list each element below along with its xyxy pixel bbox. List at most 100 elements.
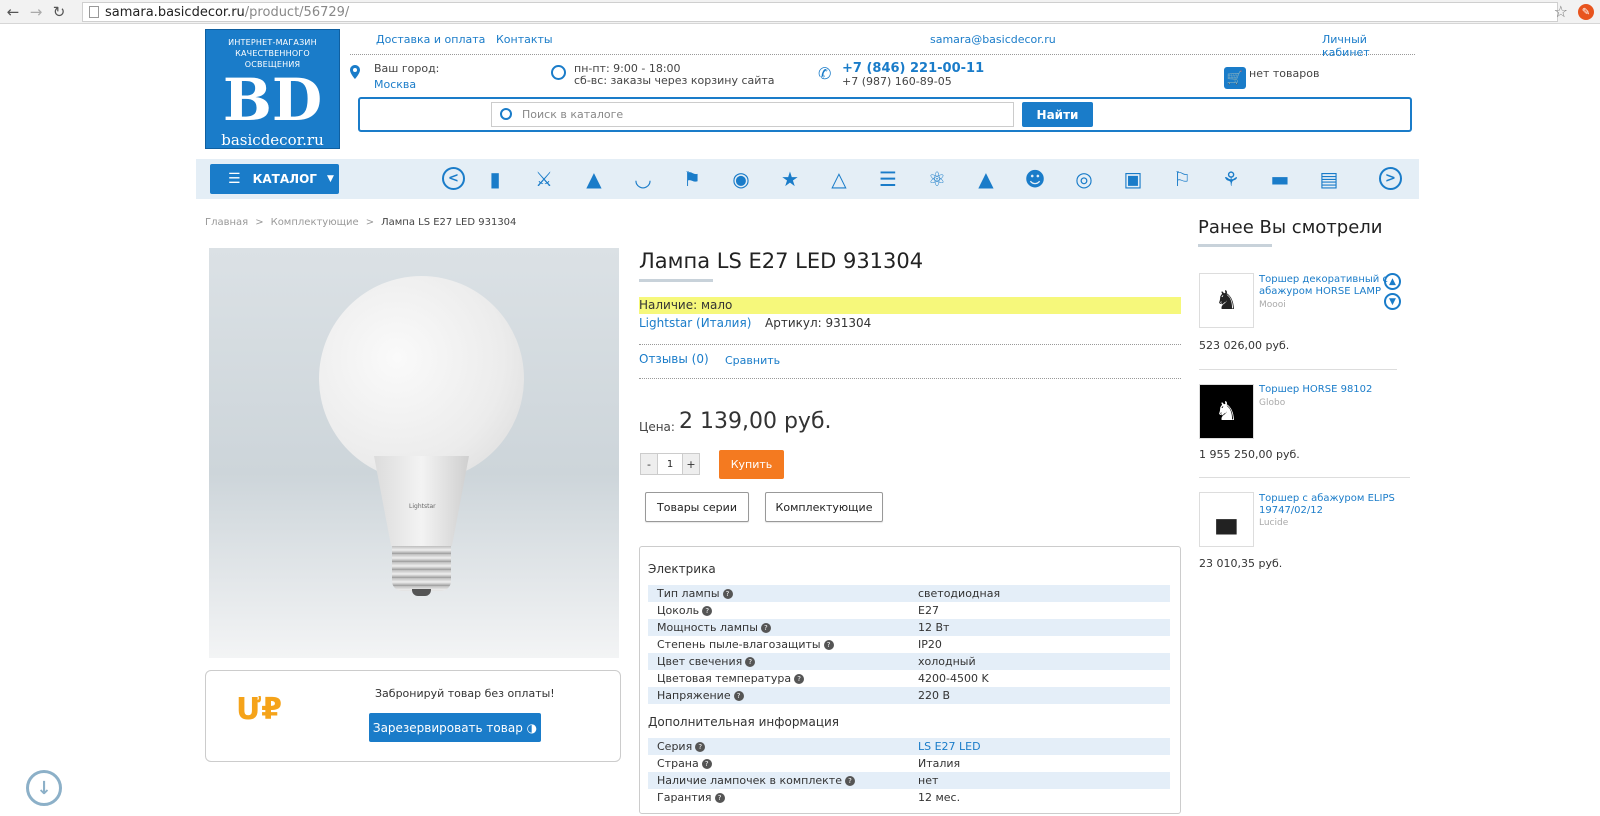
recent-item-brand: Lucide [1259, 518, 1289, 528]
help-icon[interactable]: ? [702, 606, 713, 616]
reload-icon[interactable]: ↻ [49, 2, 69, 22]
kids-lamp-icon[interactable]: ☻ [1022, 166, 1048, 192]
main-phone[interactable]: +7 (846) 221-00-11 [842, 61, 984, 76]
components-button[interactable]: Комплектующие [765, 492, 883, 522]
table-lamp-icon[interactable]: ▲ [973, 166, 999, 192]
reserve-button-label: Зарезервировать товар [372, 720, 523, 735]
recent-item-thumbnail[interactable]: ♞ [1199, 384, 1254, 439]
ceiling-bowl-icon[interactable]: ◡ [630, 166, 656, 192]
forward-icon[interactable]: → [26, 2, 46, 22]
scroll-down-icon[interactable]: ↓ [26, 770, 62, 806]
product-price: 2 139,00 руб. [679, 409, 832, 434]
help-icon[interactable]: ? [722, 589, 733, 599]
delivery-link[interactable]: Доставка и оплата [376, 33, 485, 46]
spec-label-text: Серия [657, 740, 693, 753]
recent-item-thumbnail[interactable]: ♞ [1199, 273, 1254, 328]
help-icon[interactable]: ? [733, 691, 744, 701]
contacts-link[interactable]: Контакты [496, 33, 553, 46]
specs-electrics-title: Электрика [648, 562, 716, 576]
spec-value: холодный [918, 655, 976, 668]
divider [1199, 369, 1397, 370]
bookmark-star-icon[interactable]: ☆ [1554, 2, 1568, 21]
logo-tagline-line1: ИНТЕРНЕТ-МАГАЗИН [228, 38, 317, 47]
floor-lamp-icon[interactable]: ⚘ [1218, 166, 1244, 192]
search-input[interactable]: Поиск в каталоге [491, 102, 1014, 127]
spec-value: E27 [918, 604, 939, 617]
city-selector[interactable]: Москва [374, 78, 416, 91]
qty-decrease-button[interactable]: - [640, 453, 658, 475]
help-icon[interactable]: ? [844, 776, 855, 786]
brand-link[interactable]: Lightstar (Италия) [639, 316, 751, 330]
breadcrumb-home[interactable]: Главная [205, 217, 248, 228]
search-button[interactable]: Найти [1022, 102, 1093, 127]
reserve-button[interactable]: Зарезервировать товар ◑ [369, 713, 541, 742]
buy-button[interactable]: Купить [719, 450, 784, 479]
round-panel-icon[interactable]: ◉ [728, 166, 754, 192]
spec-row: Тип лампы? светодиодная [648, 585, 1170, 602]
url-path: /product/56729/ [244, 4, 350, 20]
spec-row: Цвет свечения? холодный [648, 653, 1170, 670]
work-hours-weekend: сб-вс: заказы через корзину сайта [574, 74, 775, 87]
help-icon[interactable]: ? [794, 674, 805, 684]
square-panel-icon[interactable]: ▣ [1120, 166, 1146, 192]
help-icon[interactable]: ? [701, 759, 712, 769]
spec-label: Серия? [657, 738, 706, 755]
track-light-icon[interactable]: ☰ [875, 166, 901, 192]
series-products-button[interactable]: Товары серии [645, 492, 749, 522]
address-bar[interactable]: samara.basicdecor.ru/product/56729/ [82, 2, 1558, 22]
help-icon[interactable]: ? [745, 657, 756, 667]
spec-value: 220 В [918, 689, 951, 702]
series-link[interactable]: LS E27 LED [918, 738, 981, 755]
help-icon[interactable]: ? [823, 640, 834, 650]
spotlight-icon[interactable]: ★ [777, 166, 803, 192]
quantity-input[interactable]: 1 [658, 453, 682, 475]
bell-pendant-icon[interactable]: △ [826, 166, 852, 192]
category-prev-button[interactable]: < [442, 167, 465, 190]
help-icon[interactable]: ? [714, 793, 725, 803]
back-icon[interactable]: ← [3, 2, 23, 22]
title-underline [1198, 244, 1272, 247]
reviews-link[interactable]: Отзывы (0) [639, 352, 709, 366]
led-strip-icon[interactable]: ▤ [1316, 166, 1342, 192]
extension-icon[interactable]: ✎ [1578, 4, 1594, 20]
reserve-text: Забронируй товар без оплаты! [375, 687, 555, 700]
help-icon[interactable]: ? [760, 623, 771, 633]
cart-status[interactable]: нет товаров [1249, 67, 1319, 80]
breadcrumb-section[interactable]: Комплектующие [271, 217, 359, 228]
spec-row: Цоколь? E27 [648, 602, 1170, 619]
lamp-strip-icon[interactable]: ▮ [482, 166, 508, 192]
picture-light-icon[interactable]: ▬ [1267, 166, 1293, 192]
qty-increase-button[interactable]: + [682, 453, 700, 475]
email-link[interactable]: samara@basicdecor.ru [930, 33, 1056, 46]
spec-label-text: Напряжение [657, 689, 731, 702]
recent-item-thumbnail[interactable]: ▄ [1199, 492, 1254, 547]
recent-item-name[interactable]: Торшер декоративный с абажуром HORSE LAM… [1259, 274, 1399, 298]
search-icon [500, 108, 512, 120]
account-link[interactable]: Личный кабинет [1322, 33, 1415, 59]
recent-item-name[interactable]: Торшер HORSE 98102 [1259, 384, 1399, 396]
url-host: samara.basicdecor.ru [105, 4, 245, 20]
pendant-icon[interactable]: ▲ [581, 166, 607, 192]
catalog-button[interactable]: ☰ КАТАЛОГ ▼ [210, 164, 339, 194]
spec-label: Напряжение? [657, 687, 744, 704]
street-lantern-icon[interactable]: ⚐ [1169, 166, 1195, 192]
compare-link[interactable]: Сравнить [725, 354, 780, 367]
availability-status: Наличие: мало [639, 297, 1181, 314]
product-image[interactable]: Lightstar [209, 248, 619, 658]
breadcrumb: Главная > Комплектующие > Лампа LS E27 LED 9… [205, 217, 516, 228]
site-logo[interactable]: ИНТЕРНЕТ-МАГАЗИН КАЧЕСТВЕННОГО ОСВЕЩЕНИЯ… [205, 29, 340, 149]
spec-label: Степень пыле-влагозащиты? [657, 636, 834, 653]
chandelier-icon[interactable]: ⚔ [531, 166, 557, 192]
desk-lamp-icon[interactable]: ⚛ [924, 166, 950, 192]
spec-label-text: Наличие лампочек в комплекте [657, 774, 842, 787]
category-next-button[interactable]: > [1379, 167, 1402, 190]
spec-row: Напряжение? 220 В [648, 687, 1170, 704]
cart-icon[interactable]: 🛒 [1224, 67, 1246, 89]
wall-sconce-icon[interactable]: ⚑ [679, 166, 705, 192]
help-icon[interactable]: ? [695, 742, 706, 752]
spec-label: Гарантия? [657, 789, 725, 806]
secondary-phone[interactable]: +7 (987) 160-89-05 [842, 75, 952, 88]
bathroom-light-icon[interactable]: ◎ [1071, 166, 1097, 192]
spec-label: Цвет свечения? [657, 653, 756, 670]
recent-item-name[interactable]: Торшер с абажуром ELIPS 19747/02/12 [1259, 493, 1399, 517]
